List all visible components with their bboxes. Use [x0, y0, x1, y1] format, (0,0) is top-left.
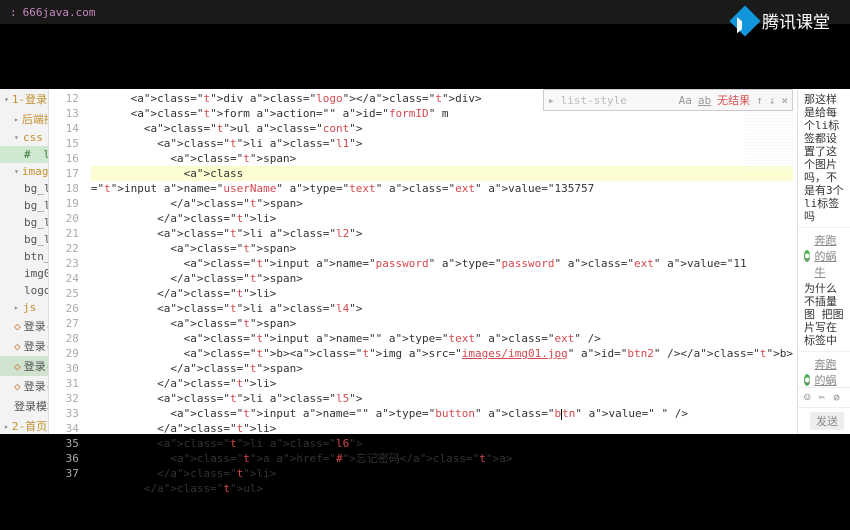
find-input[interactable]: list-style [561, 94, 673, 107]
minimap[interactable] [745, 91, 795, 171]
folder-images[interactable]: ▾images [0, 163, 48, 180]
chat-text: 为什么不插量图 把图片写在 标签中 [804, 282, 844, 347]
code-area[interactable]: <a">class="t">div a">class="logo"></a">c… [87, 89, 797, 434]
html-file[interactable]: ◇ 登录-html+css+vue+axios.html [0, 376, 48, 396]
img-file[interactable]: logo01.png [0, 282, 48, 299]
text-cursor [561, 409, 562, 420]
jpg-file[interactable]: 登录模块效果图.jpg [0, 396, 48, 416]
chat-message: 那这样是给每个li标签都设置了这个图片吗，不是有3个li标签吗 [798, 89, 850, 228]
ban-icon[interactable]: ⊘ [833, 391, 840, 404]
img-file[interactable]: bg_login_inputR.png [0, 214, 48, 231]
url-text: 666java.com [23, 6, 96, 19]
img-file[interactable]: bg_login.jpg [0, 231, 48, 248]
find-prev-icon[interactable]: ▸ [548, 94, 555, 107]
chat-input-row[interactable]: 发送 [798, 407, 850, 434]
brand-icon [729, 5, 760, 36]
brand-logo: 腾讯课堂 [734, 8, 830, 33]
main-content: ▾1-登录-案例 ▸后端接口 ▾css # login.css●1 ▾image… [0, 89, 850, 434]
folder-js[interactable]: ▸js [0, 299, 48, 316]
img-file[interactable]: btn_sign.gif [0, 248, 48, 265]
folder-backend[interactable]: ▸后端接口 [0, 109, 48, 129]
img-file[interactable]: bg_login_inputL.png [0, 197, 48, 214]
chat-toolbar: ☺ ✂ ⊘ ☰ ▢ [798, 387, 850, 407]
find-ab[interactable]: ab [698, 94, 711, 107]
send-button[interactable]: 发送 [810, 412, 844, 430]
chat-panel: 那这样是给每个li标签都设置了这个图片吗，不是有3个li标签吗●奔跑的蜗牛为什么… [797, 89, 850, 434]
line-gutter: 1213141516171819202122232425262728293031… [49, 89, 87, 434]
emoji-icon[interactable]: ☺ [804, 391, 811, 404]
black-band-top [0, 24, 850, 89]
folder-css[interactable]: ▾css [0, 129, 48, 146]
file-login-css[interactable]: # login.css●1 [0, 146, 48, 163]
brand-text: 腾讯课堂 [762, 8, 830, 33]
folder-login-case[interactable]: ▾1-登录-案例 [0, 89, 48, 109]
url-colon: : [10, 6, 17, 19]
find-aa[interactable]: Aa [679, 94, 692, 107]
avatar-icon: ● [804, 250, 810, 262]
chat-username: 奔跑的蜗牛 [814, 232, 844, 280]
chat-messages[interactable]: 那这样是给每个li标签都设置了这个图片吗，不是有3个li标签吗●奔跑的蜗牛为什么… [798, 89, 850, 387]
avatar-icon: ● [804, 374, 810, 386]
url-bar: : 666java.com [0, 0, 850, 24]
chat-message: ●奔跑的蜗牛老师会讲flex 布局吗? rem [798, 352, 850, 387]
html-file[interactable]: ◇ 登录-html+css.html [0, 336, 48, 356]
chat-text: 那这样是给每个li标签都设置了这个图片吗，不是有3个li标签吗 [804, 93, 844, 223]
img-file[interactable]: img01.jpg [0, 265, 48, 282]
img-file[interactable]: bg_login_form.png [0, 180, 48, 197]
code-editor[interactable]: 1213141516171819202122232425262728293031… [49, 89, 797, 434]
file-explorer[interactable]: ▾1-登录-案例 ▸后端接口 ▾css # login.css●1 ▾image… [0, 89, 49, 434]
html-file[interactable]: ◇ 登录-纯html.html [0, 316, 48, 336]
folder-home-case[interactable]: ▸2-首页-案例 [0, 416, 48, 434]
chat-message: ● 奔跑的蜗牛为什么不插量图 把图片写在 标签中 [798, 228, 850, 352]
html-file-active[interactable]: ◇ 登录-html+css+js.html [0, 356, 48, 376]
chat-username: 奔跑的蜗牛 [814, 356, 844, 387]
scissors-icon[interactable]: ✂ [819, 391, 826, 404]
